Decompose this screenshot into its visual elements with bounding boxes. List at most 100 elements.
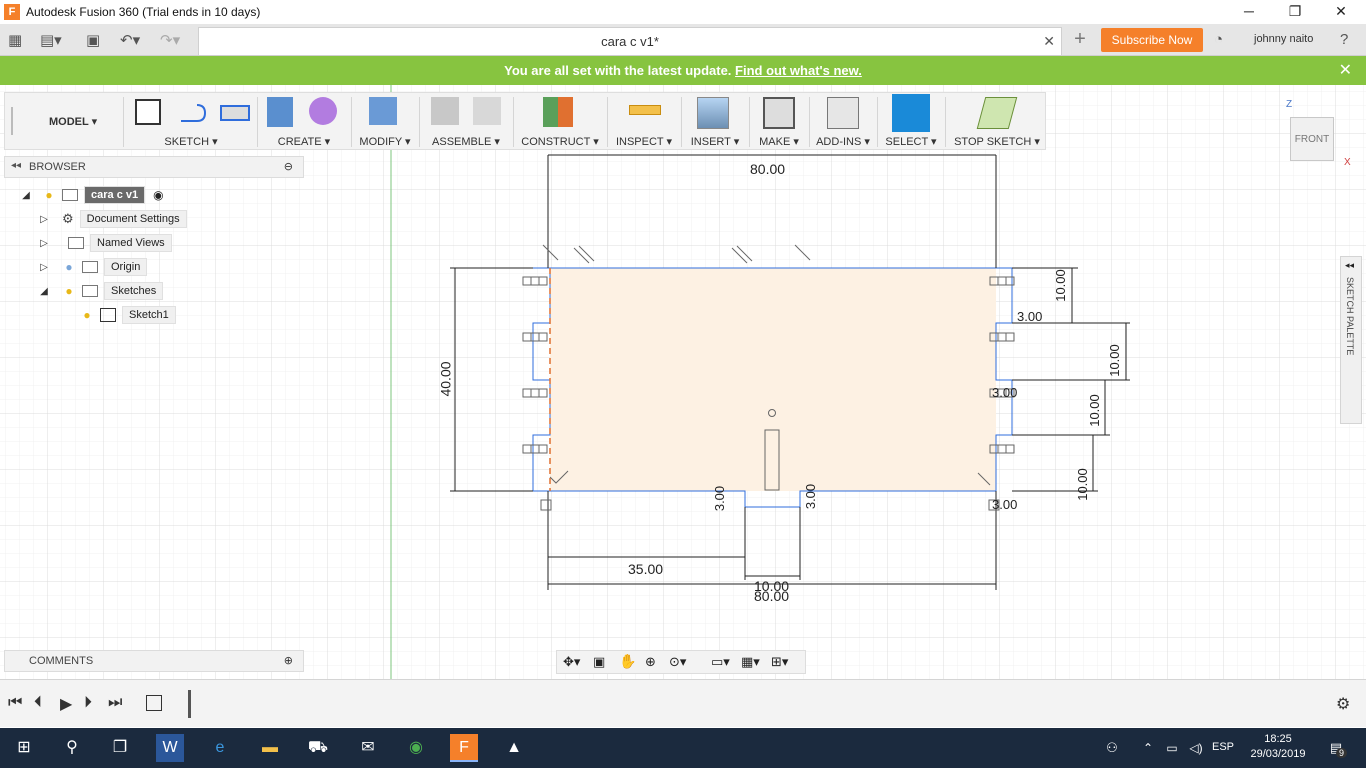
visibility-bulb-icon[interactable]: ● [42, 188, 56, 202]
joint-icon[interactable] [473, 97, 501, 125]
sketch-palette-tab[interactable]: ◂◂ SKETCH PALETTE [1340, 256, 1362, 424]
stop-sketch-group[interactable]: STOP SKETCH ▾ [949, 93, 1045, 151]
dimension-slot-depth-left[interactable]: 3.00 [712, 486, 727, 511]
modify-group[interactable]: MODIFY ▾ [355, 93, 415, 151]
browser-panel-header[interactable]: ◂◂ BROWSER ⊖ [4, 156, 304, 178]
close-window-button[interactable]: ✕ [1318, 0, 1364, 24]
collapse-triangle-icon[interactable]: ◢ [20, 190, 32, 201]
browser-minus-icon[interactable]: ⊖ [284, 160, 293, 173]
collapse-browser-icon[interactable]: ◂◂ [11, 160, 21, 171]
dimension-right-gap-3[interactable]: 3.00 [992, 497, 1017, 512]
tree-root-label[interactable]: cara c v1 [84, 186, 146, 204]
add-ins-menu[interactable]: ADD-INS ▾ [813, 135, 873, 148]
view-cube[interactable]: FRONT [1290, 117, 1334, 161]
fusion-360-taskbar-icon[interactable]: F [450, 734, 478, 762]
timeline-marker[interactable] [188, 690, 191, 718]
expand-triangle-icon[interactable]: ▷ [38, 214, 50, 225]
press-pull-icon[interactable] [369, 97, 397, 125]
new-tab-button[interactable]: + [1068, 28, 1092, 52]
tree-item-origin[interactable]: ▷ ● Origin [38, 256, 148, 278]
dimension-offset-left[interactable]: 35.00 [628, 561, 663, 577]
subscribe-now-button[interactable]: Subscribe Now [1101, 28, 1203, 52]
expand-triangle-icon[interactable]: ▷ [38, 238, 50, 249]
rectangle-icon[interactable] [219, 97, 251, 129]
line-icon[interactable] [177, 97, 209, 129]
close-notification-icon[interactable]: ✕ [1339, 56, 1352, 85]
look-at-icon[interactable]: ▣ [593, 654, 605, 670]
create-menu[interactable]: CREATE ▾ [261, 135, 347, 148]
dimension-right-seg-3[interactable]: 10.00 [1087, 394, 1102, 427]
dimension-slot-depth-right[interactable]: 3.00 [803, 484, 818, 509]
sketch-group[interactable]: SKETCH ▾ [129, 93, 253, 151]
chrome-icon[interactable]: ◉ [402, 734, 430, 762]
undo-icon[interactable]: ↶▾ [120, 31, 140, 49]
restore-button[interactable]: ❐ [1272, 0, 1318, 24]
dimension-right-seg-1[interactable]: 10.00 [1053, 269, 1068, 302]
inspect-group[interactable]: INSPECT ▾ [611, 93, 677, 151]
system-clock[interactable]: 18:25 29/03/2019 [1248, 732, 1308, 762]
create-group[interactable]: CREATE ▾ [261, 93, 347, 151]
make-menu[interactable]: MAKE ▾ [753, 135, 805, 148]
add-ins-group[interactable]: ADD-INS ▾ [813, 93, 873, 151]
3d-print-icon[interactable] [763, 97, 795, 129]
input-language[interactable]: ESP [1212, 741, 1234, 753]
search-icon[interactable]: ⚲ [58, 734, 86, 762]
new-component-icon[interactable] [431, 97, 459, 125]
modify-menu[interactable]: MODIFY ▾ [355, 135, 415, 148]
dimension-bottom-width[interactable]: 80.00 [754, 588, 789, 604]
save-icon[interactable]: ▣ [86, 31, 100, 49]
visibility-bulb-icon[interactable]: ● [62, 284, 76, 298]
measure-icon[interactable] [629, 105, 661, 115]
visibility-bulb-icon[interactable]: ● [80, 308, 94, 322]
tree-label-document-settings[interactable]: Document Settings [79, 210, 187, 228]
pan-icon[interactable]: ✋ [619, 653, 636, 670]
edge-icon[interactable]: e [206, 734, 234, 762]
tree-item-document-settings[interactable]: ▷ ⚙ Document Settings [38, 208, 187, 230]
construct-group[interactable]: CONSTRUCT ▾ [517, 93, 603, 151]
task-view-icon[interactable]: ❐ [106, 734, 134, 762]
make-group[interactable]: MAKE ▾ [753, 93, 805, 151]
close-tab-icon[interactable]: ✕ [1043, 33, 1055, 50]
timeline-settings-icon[interactable]: ⚙ [1336, 694, 1350, 714]
workspace-switcher[interactable]: MODEL ▾ [49, 115, 97, 128]
photos-icon[interactable]: ▲ [500, 734, 528, 762]
tree-label-sketches[interactable]: Sketches [104, 282, 164, 300]
viewports-icon[interactable]: ⊞▾ [771, 654, 788, 670]
dimension-right-seg-2[interactable]: 10.00 [1107, 344, 1122, 377]
grid-settings-icon[interactable]: ▦▾ [741, 654, 760, 670]
store-icon[interactable]: ⛟ [304, 734, 332, 762]
word-icon[interactable]: W [156, 734, 184, 762]
dimension-right-seg-4[interactable]: 10.00 [1075, 468, 1090, 501]
scripts-icon[interactable] [827, 97, 859, 129]
toolbar-grip[interactable] [11, 107, 13, 135]
form-icon[interactable] [309, 97, 337, 125]
mail-icon[interactable]: ✉ [354, 734, 382, 762]
sketch-menu[interactable]: SKETCH ▾ [129, 135, 253, 148]
document-tab[interactable]: cara c v1* ✕ [198, 27, 1062, 55]
notifications-icon[interactable]: ▤ [1322, 734, 1350, 762]
user-account[interactable]: johnny naito [1254, 33, 1313, 45]
inspect-menu[interactable]: INSPECT ▾ [611, 135, 677, 148]
select-menu[interactable]: SELECT ▾ [881, 135, 941, 148]
play-icon[interactable]: ▶ [60, 694, 72, 714]
zoom-icon[interactable]: ⊕ [645, 654, 656, 670]
extrude-icon[interactable] [267, 97, 293, 127]
file-explorer-icon[interactable]: ▬ [256, 734, 284, 762]
tree-item-root[interactable]: ◢ ● cara c v1 ◉ [20, 184, 164, 206]
go-to-end-icon[interactable]: ⏭ [108, 694, 122, 712]
construct-menu[interactable]: CONSTRUCT ▾ [517, 135, 603, 148]
stop-sketch-icon[interactable] [976, 97, 1018, 129]
timeline-sketch-feature-icon[interactable] [146, 695, 162, 711]
job-status-icon[interactable]: ◔ [1214, 31, 1223, 48]
dimension-height[interactable]: 40.00 [438, 361, 454, 396]
add-comment-icon[interactable]: ⊕ [284, 654, 293, 667]
dimension-right-gap-2[interactable]: 3.00 [992, 385, 1017, 400]
step-forward-icon[interactable]: ⏵ [84, 694, 92, 712]
people-icon[interactable]: ⚇ [1098, 734, 1126, 762]
volume-icon[interactable]: ◁) [1182, 734, 1210, 762]
assemble-menu[interactable]: ASSEMBLE ▾ [423, 135, 509, 148]
insert-group[interactable]: INSERT ▾ [685, 93, 745, 151]
step-back-icon[interactable]: ⏴ [34, 694, 42, 712]
collapse-triangle-icon[interactable]: ◢ [38, 286, 50, 297]
insert-menu[interactable]: INSERT ▾ [685, 135, 745, 148]
